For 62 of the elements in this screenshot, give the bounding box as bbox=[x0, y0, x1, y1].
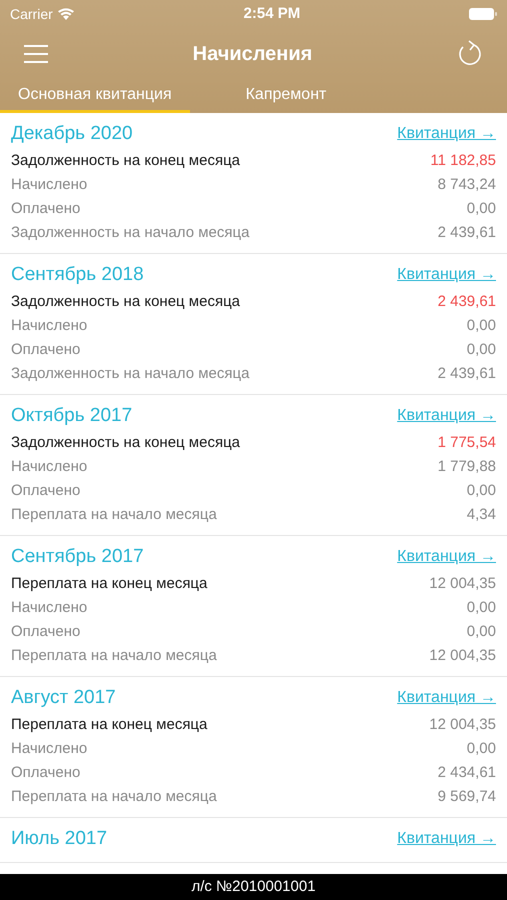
row-amount: 11 182,85 bbox=[430, 150, 496, 171]
row-amount: 0,00 bbox=[466, 480, 496, 501]
row-label: Задолженность на начало месяца bbox=[11, 364, 250, 384]
row-amount: 8 743,24 bbox=[438, 174, 496, 195]
row-label: Начислено bbox=[11, 174, 88, 195]
tab[interactable]: Капремонт bbox=[190, 80, 382, 113]
row-amount: 12 004,35 bbox=[429, 574, 496, 594]
receipt-link[interactable]: Квитанция → bbox=[397, 404, 496, 428]
row-amount: 1 779,88 bbox=[438, 456, 496, 477]
row-amount: 12 004,35 bbox=[429, 646, 496, 666]
row-amount: 9 569,74 bbox=[438, 786, 496, 807]
receipt-link[interactable]: Квитанция → bbox=[397, 545, 496, 569]
row-label: Переплата на конец месяца bbox=[11, 574, 208, 594]
row-label: Переплата на начало месяца bbox=[11, 786, 217, 807]
refresh-icon[interactable] bbox=[457, 40, 483, 68]
row-label: Начислено bbox=[11, 738, 88, 759]
receipt-link[interactable]: Квитанция → bbox=[397, 686, 496, 710]
row-amount: 2 439,61 bbox=[438, 222, 496, 243]
row-amount: 0,00 bbox=[466, 316, 496, 336]
row-label: Переплата на начало месяца bbox=[11, 504, 217, 525]
wifi-icon bbox=[56, 8, 75, 20]
receipt-link[interactable]: Квитанция → bbox=[397, 827, 496, 851]
row-label: Оплачено bbox=[11, 340, 80, 360]
screen-title: Начисления bbox=[192, 42, 312, 67]
row-amount: 2 439,61 bbox=[438, 364, 496, 384]
tab[interactable]: Основная квитанция bbox=[0, 80, 190, 113]
month-title: Сентябрь 2018 bbox=[11, 262, 144, 287]
row-label: Задолженность на конец месяца bbox=[11, 292, 240, 312]
month-title: Сентябрь 2017 bbox=[11, 544, 144, 569]
row-label: Переплата на начало месяца bbox=[11, 646, 217, 666]
row-amount: 0,00 bbox=[466, 622, 496, 642]
row-amount: 0,00 bbox=[466, 598, 496, 618]
row-label: Переплата на конец месяца bbox=[11, 714, 208, 735]
receipt-link[interactable]: Квитанция → bbox=[397, 122, 496, 146]
month-title: Октябрь 2017 bbox=[11, 404, 132, 428]
row-amount: 1 775,54 bbox=[438, 432, 496, 453]
receipt-link[interactable]: Квитанция → bbox=[397, 263, 496, 287]
carrier-label: Carrier bbox=[10, 4, 53, 24]
row-amount: 4,34 bbox=[466, 504, 496, 525]
row-amount: 0,00 bbox=[466, 738, 496, 759]
row-label: Оплачено bbox=[11, 480, 80, 501]
row-amount: 2 439,61 bbox=[438, 292, 496, 312]
row-label: Задолженность на конец месяца bbox=[11, 432, 240, 453]
row-label: Оплачено bbox=[11, 198, 80, 219]
row-label: Начислено bbox=[11, 456, 88, 477]
row-amount: 0,00 bbox=[466, 340, 496, 360]
battery-icon bbox=[468, 8, 497, 20]
menu-icon[interactable] bbox=[24, 45, 48, 63]
row-label: Начислено bbox=[11, 316, 88, 336]
row-label: Задолженность на начало месяца bbox=[11, 222, 250, 243]
clock-time: 2:54 PM bbox=[244, 4, 300, 24]
month-title: Июль 2017 bbox=[11, 826, 108, 851]
row-label: Начислено bbox=[11, 598, 88, 618]
month-title: Август 2017 bbox=[11, 686, 116, 710]
row-amount: 12 004,35 bbox=[429, 714, 496, 735]
account-number: л/с №2010001001 bbox=[191, 876, 316, 897]
row-amount: 0,00 bbox=[466, 198, 496, 219]
row-label: Оплачено bbox=[11, 622, 80, 642]
row-amount: 2 434,61 bbox=[438, 762, 496, 783]
row-label: Оплачено bbox=[11, 762, 80, 783]
row-label: Задолженность на конец месяца bbox=[11, 150, 240, 171]
month-title: Декабрь 2020 bbox=[11, 122, 133, 146]
